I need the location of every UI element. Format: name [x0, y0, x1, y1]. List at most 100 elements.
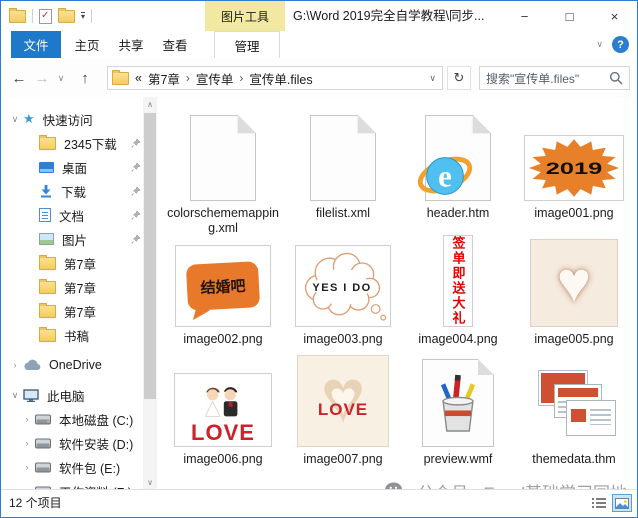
up-button[interactable]: ↑	[73, 59, 97, 97]
chevron-right-icon[interactable]: ›	[19, 414, 35, 424]
pin-icon	[131, 162, 141, 172]
file-list: colorschememapping.xml filelist.xml e he…	[158, 97, 636, 489]
ribbon-collapse-icon[interactable]: ∨	[596, 31, 603, 58]
wedding-couple-graphic	[195, 382, 251, 422]
tab-share[interactable]: 共享	[109, 31, 153, 58]
file-themedata-thm[interactable]: themedata.thm	[518, 351, 630, 467]
love-text-graphic: LOVE	[318, 400, 368, 420]
sidebar-item-chapter7[interactable]: 第7章	[1, 275, 157, 299]
file-image002-png[interactable]: 结婚吧 image002.png	[167, 231, 279, 347]
file-name: image001.png	[534, 206, 613, 221]
sand-heart-graphic: ♥	[557, 254, 591, 312]
image-thumbnail: 签单即送大礼	[443, 235, 473, 327]
search-box[interactable]: 搜索"宣传单.files"	[479, 66, 630, 90]
image-thumbnail: LOVE	[174, 373, 272, 447]
sidebar-item-pictures[interactable]: 图片	[1, 227, 157, 251]
sidebar-item-downloads[interactable]: 下载	[1, 179, 157, 203]
sidebar-item-drive-e[interactable]: › 软件包 (E:)	[1, 455, 157, 479]
breadcrumb-segment[interactable]: 宣传单.files	[249, 69, 312, 88]
file-image005-png[interactable]: ♥ image005.png	[518, 231, 630, 347]
theme-slide-front	[567, 401, 615, 435]
file-image007-png[interactable]: ♥ ♥ LOVE image007.png	[287, 351, 399, 467]
scroll-up-icon[interactable]: ∧	[143, 97, 157, 111]
speech-bubble-graphic: 结婚吧	[186, 261, 260, 311]
sidebar-item-manuscript[interactable]: 书稿	[1, 323, 157, 347]
chevron-down-icon[interactable]: ∨	[7, 390, 23, 401]
image-thumbnail: ♥	[530, 239, 618, 327]
sidebar-item-drive-c[interactable]: › 本地磁盘 (C:)	[1, 407, 157, 431]
breadcrumb-separator-icon[interactable]: ›	[239, 71, 243, 85]
qat-new-folder-icon[interactable]	[58, 10, 75, 23]
xml-file-icon	[310, 115, 376, 201]
file-image003-png[interactable]: YES I DO image003.png	[287, 231, 399, 347]
folder-icon	[39, 305, 56, 318]
chevron-down-icon[interactable]: ∨	[7, 114, 23, 125]
breadcrumb-separator-icon[interactable]: ›	[186, 71, 190, 85]
file-preview-wmf[interactable]: preview.wmf	[402, 351, 514, 467]
file-image004-png[interactable]: 签单即送大礼 image004.png	[402, 231, 514, 347]
recent-locations-icon[interactable]: ∨	[53, 59, 69, 97]
chevron-right-icon[interactable]: ›	[19, 462, 35, 472]
file-image006-png[interactable]: LOVE image006.png	[167, 351, 279, 467]
item-count: 12 个项目	[9, 490, 62, 516]
sidebar-item-label: 桌面	[62, 158, 87, 177]
file-colorschememapping-xml[interactable]: colorschememapping.xml	[167, 105, 279, 236]
image-thumbnail: YES I DO	[295, 245, 391, 327]
view-toggles	[589, 494, 632, 512]
tab-view[interactable]: 查看	[153, 31, 197, 58]
download-icon	[39, 184, 53, 198]
tab-file[interactable]: 文件	[11, 31, 61, 58]
minimize-button[interactable]: −	[502, 1, 547, 31]
forward-button[interactable]: →	[31, 59, 53, 97]
sidebar-item-chapter7[interactable]: 第7章	[1, 299, 157, 323]
separator	[32, 9, 33, 23]
explorer-window: ▾ 图片工具 G:\Word 2019完全自学教程\同步... − □ × 文件…	[0, 0, 638, 518]
svg-text:e: e	[438, 159, 452, 194]
breadcrumb-segment[interactable]: 第7章	[148, 69, 180, 88]
scroll-down-icon[interactable]: ∨	[143, 475, 157, 489]
pin-icon	[131, 210, 141, 220]
scrollbar-thumb[interactable]	[144, 113, 156, 399]
sidebar-item-documents[interactable]: 文档	[1, 203, 157, 227]
sidebar-item-label: 书稿	[64, 326, 89, 345]
help-icon[interactable]: ?	[612, 36, 629, 53]
search-input[interactable]: 搜索"宣传单.files"	[486, 70, 605, 87]
chevron-right-icon[interactable]: ›	[19, 438, 35, 448]
sidebar-item-drive-f[interactable]: › 工作资料 (F:)	[1, 479, 157, 489]
tab-manage[interactable]: 管理	[214, 31, 280, 58]
sidebar-item-quick-access[interactable]: ∨ ★ 快速访问	[1, 107, 157, 131]
file-name: image007.png	[303, 452, 382, 467]
sidebar-item-2345-downloads[interactable]: 2345下载	[1, 131, 157, 155]
chevron-right-icon[interactable]: ›	[7, 360, 23, 370]
details-view-icon[interactable]	[589, 494, 609, 512]
wmf-file-icon	[422, 359, 494, 447]
sidebar-item-chapter7[interactable]: 第7章	[1, 251, 157, 275]
sidebar-item-this-pc[interactable]: ∨ 此电脑	[1, 383, 157, 407]
file-filelist-xml[interactable]: filelist.xml	[287, 105, 399, 221]
file-image001-png[interactable]: 2019 image001.png	[518, 105, 630, 221]
address-box[interactable]: « 第7章 › 宣传单 › 宣传单.files ∨	[107, 66, 443, 90]
address-dropdown-icon[interactable]: ∨	[429, 73, 438, 84]
maximize-button[interactable]: □	[547, 1, 592, 31]
qat-customize-icon[interactable]: ▾	[81, 12, 85, 20]
sidebar-item-desktop[interactable]: 桌面	[1, 155, 157, 179]
pictures-icon	[39, 233, 54, 245]
refresh-button[interactable]: ↻	[447, 66, 471, 90]
close-button[interactable]: ×	[592, 1, 637, 31]
breadcrumb-overflow[interactable]: «	[135, 71, 142, 85]
sidebar-item-onedrive[interactable]: › OneDrive	[1, 353, 157, 377]
tab-home[interactable]: 主页	[65, 31, 109, 58]
thumbnail-view-icon[interactable]	[612, 494, 632, 512]
sidebar-scrollbar[interactable]: ∧ ∨	[143, 97, 157, 489]
qat-properties-icon[interactable]	[39, 9, 52, 24]
breadcrumb-segment[interactable]: 宣传单	[196, 69, 234, 88]
qat-folder-icon[interactable]	[9, 10, 26, 23]
back-button[interactable]: ←	[7, 59, 31, 97]
thought-cloud-graphic: YES I DO	[297, 247, 389, 325]
sidebar-item-drive-d[interactable]: › 软件安装 (D:)	[1, 431, 157, 455]
sidebar-item-label: 工作资料 (F:)	[59, 482, 132, 490]
folder-icon	[39, 281, 56, 294]
pin-icon	[131, 186, 141, 196]
pin-icon	[131, 234, 141, 244]
file-header-htm[interactable]: e header.htm	[402, 105, 514, 221]
